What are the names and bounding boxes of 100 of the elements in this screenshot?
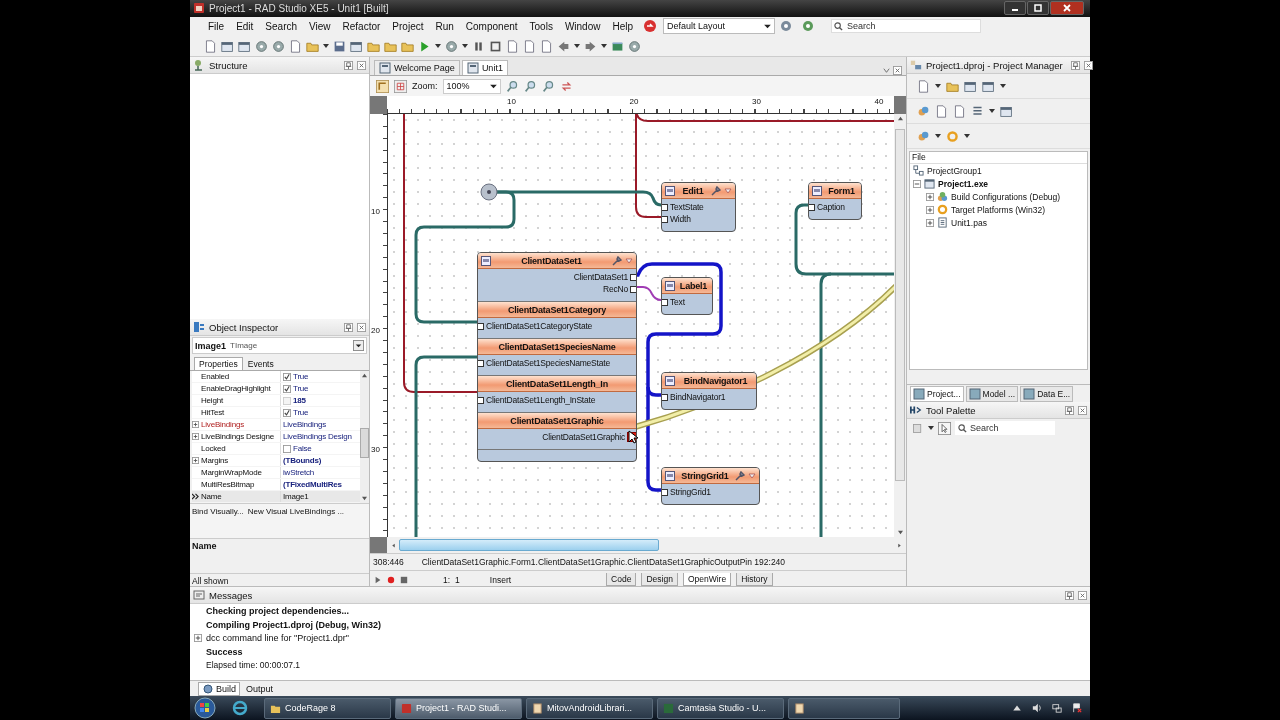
record-icon[interactable] xyxy=(387,575,395,584)
zoom-icon[interactable] xyxy=(541,79,555,93)
document-icon[interactable] xyxy=(540,39,553,53)
grid-toggle-icon[interactable] xyxy=(394,79,407,93)
search-field[interactable]: Search xyxy=(955,421,1055,436)
scroll-up-icon[interactable] xyxy=(361,373,368,379)
zoom-icon[interactable] xyxy=(505,79,519,93)
scroll-thumb[interactable] xyxy=(895,129,905,482)
inspector-tab[interactable]: Properties xyxy=(194,357,243,371)
editor-tab[interactable]: Unit1 xyxy=(461,60,508,76)
component-node[interactable]: Edit1 TextState Width xyxy=(661,182,736,233)
window-icon[interactable] xyxy=(964,79,977,93)
gear-icon[interactable] xyxy=(917,129,930,143)
property-row[interactable]: Height 185 xyxy=(192,395,360,408)
panel-tab[interactable]: Project... xyxy=(910,385,964,402)
node-header[interactable]: ClientDataSet1Length_In xyxy=(478,375,636,393)
node-header[interactable]: ClientDataSet1Graphic xyxy=(478,412,636,430)
save-icon[interactable] xyxy=(333,39,346,53)
menu-item[interactable]: Refactor xyxy=(336,20,387,32)
messages-tab[interactable]: Output xyxy=(242,682,278,695)
close-button[interactable] xyxy=(1050,1,1084,16)
taskbar-button[interactable] xyxy=(788,697,900,719)
window-icon[interactable] xyxy=(982,79,995,93)
pin[interactable] xyxy=(630,273,636,281)
messages-tab[interactable]: Build xyxy=(198,681,240,696)
scroll-thumb[interactable] xyxy=(399,539,659,552)
component-node[interactable]: BindNavigator1 BindNavigator1 xyxy=(661,372,757,411)
property-row[interactable]: LiveBindings LiveBindings xyxy=(192,419,360,432)
pin-icon[interactable] xyxy=(1065,590,1074,600)
expand-icon[interactable] xyxy=(192,433,199,441)
editor-tab[interactable]: Welcome Page xyxy=(374,60,460,76)
zoom-icon[interactable] xyxy=(523,79,537,93)
object-selector[interactable]: Image1 TImage xyxy=(192,337,367,355)
checkbox[interactable] xyxy=(283,408,291,417)
pin[interactable] xyxy=(662,215,668,223)
scroll-right-icon[interactable] xyxy=(896,542,903,548)
inspector-tab[interactable]: Events xyxy=(242,357,279,371)
checkbox[interactable] xyxy=(283,372,291,381)
node-header[interactable]: Form1 xyxy=(809,183,861,200)
caret-icon[interactable] xyxy=(928,426,934,431)
window-icon[interactable] xyxy=(350,39,363,53)
document-icon[interactable] xyxy=(953,104,966,118)
view-tab[interactable]: Design xyxy=(641,573,678,587)
expand-icon[interactable] xyxy=(913,179,921,188)
menu-item[interactable]: Tools xyxy=(523,20,559,32)
layout-dropdown[interactable]: Default Layout xyxy=(663,18,776,35)
menu-item[interactable]: Help xyxy=(606,20,640,32)
play-icon[interactable] xyxy=(374,575,382,584)
scrollbar[interactable] xyxy=(360,371,369,504)
property-row[interactable]: Margins (TBounds) xyxy=(192,455,360,468)
gear-icon[interactable] xyxy=(917,104,930,118)
view-tab[interactable]: Code xyxy=(606,573,637,587)
caret-icon[interactable] xyxy=(323,44,329,48)
zoom-dropdown[interactable]: 100% xyxy=(442,78,501,94)
book-icon[interactable] xyxy=(611,39,624,53)
minimize-button[interactable] xyxy=(1004,1,1026,16)
document-icon[interactable] xyxy=(917,79,930,93)
pin-icon[interactable] xyxy=(1070,60,1080,70)
pin-icon[interactable] xyxy=(1065,405,1074,415)
forward-icon[interactable] xyxy=(584,39,597,53)
gear-icon[interactable] xyxy=(628,39,641,53)
node-header[interactable]: Edit1 xyxy=(662,183,735,200)
maximize-button[interactable] xyxy=(1027,1,1049,16)
pin[interactable] xyxy=(478,396,484,404)
document-icon[interactable] xyxy=(506,39,519,53)
expand-icon[interactable] xyxy=(926,218,934,227)
property-row[interactable]: LiveBindings Designe LiveBindings Design xyxy=(192,431,360,444)
caret-icon[interactable] xyxy=(435,44,441,48)
node-header[interactable]: ClientDataSet1SpeciesName xyxy=(478,338,636,356)
node-header[interactable]: ClientDataSet1 xyxy=(478,253,636,270)
stop-icon[interactable] xyxy=(489,39,502,53)
action-link[interactable]: Bind Visually... xyxy=(192,507,244,518)
scroll-left-icon[interactable] xyxy=(390,542,397,548)
document-icon[interactable] xyxy=(523,39,536,53)
node-header[interactable]: StringGrid1 xyxy=(662,468,759,485)
property-row[interactable]: HitTest True xyxy=(192,407,360,420)
caret-icon[interactable] xyxy=(1000,84,1006,89)
view-tab[interactable]: OpenWire xyxy=(682,573,732,587)
taskbar-button[interactable]: CodeRage 8 xyxy=(264,697,391,719)
taskbar-button[interactable]: Project1 - RAD Studi... xyxy=(395,697,522,719)
close-icon[interactable] xyxy=(1083,60,1093,70)
tree-item[interactable]: Unit1.pas xyxy=(910,216,1087,230)
pin[interactable] xyxy=(662,393,668,401)
back-icon[interactable] xyxy=(557,39,570,53)
component-node[interactable]: StringGrid1 StringGrid1 xyxy=(661,467,760,506)
component-node[interactable] xyxy=(477,252,637,463)
document-icon[interactable] xyxy=(204,39,217,53)
taskbar-button[interactable]: MitovAndroidLibrari... xyxy=(526,697,653,719)
checkbox[interactable] xyxy=(283,384,291,393)
pin-icon[interactable] xyxy=(344,60,353,70)
document-icon[interactable] xyxy=(289,39,302,53)
expand-icon[interactable] xyxy=(926,192,934,201)
panel-tab[interactable]: Model ... xyxy=(965,385,1019,402)
document-icon[interactable] xyxy=(935,104,948,118)
pin[interactable] xyxy=(478,359,484,367)
caret-icon[interactable] xyxy=(935,134,941,139)
refresh-icon[interactable] xyxy=(559,79,573,93)
stop-icon[interactable] xyxy=(400,575,408,584)
start-button[interactable] xyxy=(194,697,216,720)
component-node[interactable]: Form1 Caption xyxy=(808,182,862,221)
